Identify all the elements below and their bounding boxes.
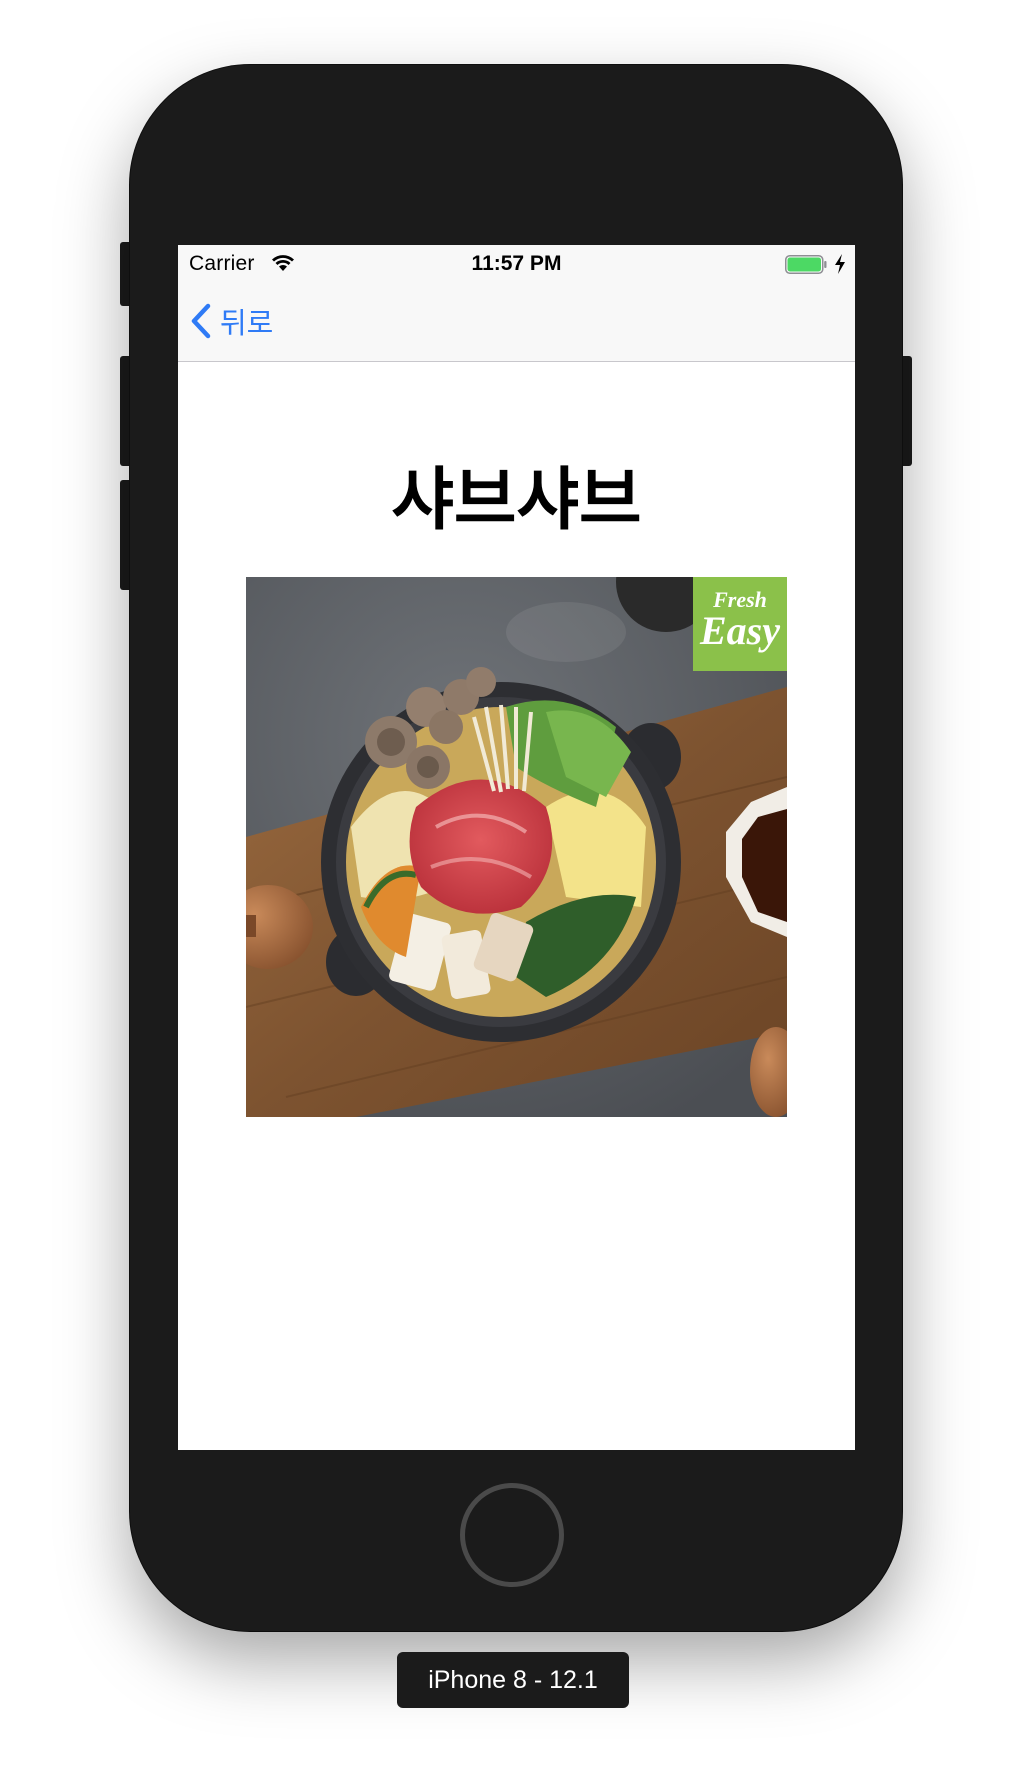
fresh-easy-logo: Fresh Easy	[693, 577, 787, 671]
back-button[interactable]: 뒤로	[190, 299, 273, 343]
back-button-label: 뒤로	[220, 306, 274, 340]
chevron-left-icon	[191, 303, 211, 339]
status-time: 11:57 PM	[471, 252, 562, 275]
content-view: 샤브샤브 Fresh Easy	[178, 362, 855, 1450]
device-screen: Carrier 11:57 PM 뒤로 샤브샤브 Fresh Easy	[178, 245, 855, 1450]
simulator-stage: Carrier 11:57 PM 뒤로 샤브샤브 Fresh Easy iPho…	[0, 0, 1032, 1792]
simulator-device-label: iPhone 8 - 12.1	[397, 1652, 629, 1708]
dish-photo: Fresh Easy	[246, 577, 787, 1117]
navigation-bar: 뒤로	[178, 285, 855, 362]
logo-text-bottom: Easy	[700, 608, 780, 653]
status-bar: Carrier 11:57 PM	[178, 245, 855, 285]
page-title: 샤브샤브	[391, 461, 642, 540]
home-button[interactable]	[460, 1483, 564, 1587]
battery-icon	[785, 255, 827, 274]
charging-bolt-icon	[835, 254, 845, 274]
